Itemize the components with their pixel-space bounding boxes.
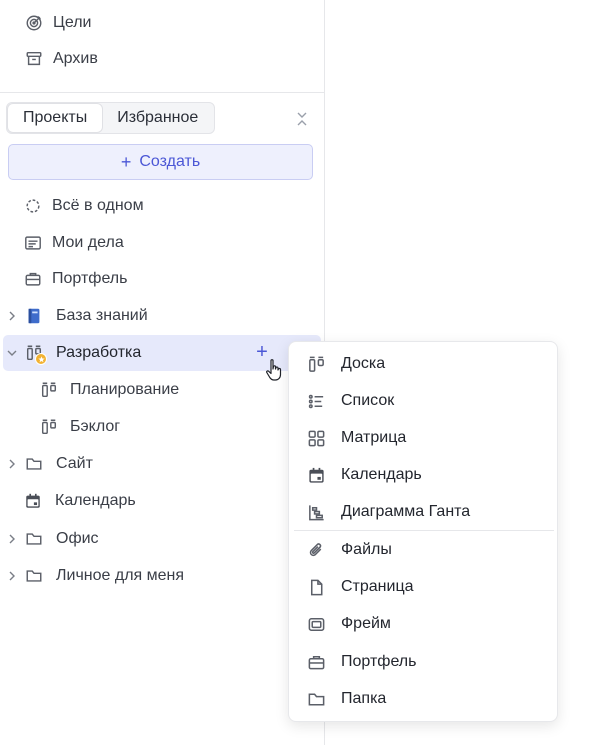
- menu-item-label: Календарь: [341, 466, 422, 483]
- sidebar-item-label: Цели: [53, 14, 92, 31]
- board-icon: [39, 417, 59, 437]
- chevron-right-icon[interactable]: [6, 533, 18, 545]
- sidebar-item-archive[interactable]: Архив: [24, 44, 98, 74]
- sidebar-item-label: Календарь: [55, 492, 136, 509]
- gantt-icon: [305, 501, 327, 523]
- sidebar-item-knowledge-base[interactable]: База знаний: [24, 301, 148, 331]
- board-icon: [24, 343, 47, 365]
- sidebar-item-all-in-one[interactable]: Всё в одном: [23, 191, 144, 221]
- menu-item-label: Диаграмма Ганта: [341, 503, 471, 520]
- sidebar-item-office[interactable]: Офис: [24, 524, 99, 554]
- menu-divider: [294, 530, 554, 531]
- sidebar-item-label: База знаний: [56, 307, 148, 324]
- menu-item-label: Страница: [341, 578, 414, 595]
- menu-item-label: Список: [341, 392, 395, 409]
- menu-item-board[interactable]: Доска: [289, 346, 557, 382]
- calendar-icon: [23, 491, 43, 511]
- target-icon: [24, 13, 44, 33]
- tab-favorites[interactable]: Избранное: [102, 104, 213, 132]
- menu-item-label: Файлы: [341, 541, 392, 558]
- menu-item-label: Папка: [341, 690, 387, 707]
- archive-icon: [24, 49, 44, 69]
- briefcase-icon: [305, 651, 327, 673]
- chevron-right-icon[interactable]: [6, 570, 18, 582]
- menu-item-files[interactable]: Файлы: [289, 532, 557, 568]
- sidebar-item-label: Архив: [53, 50, 98, 67]
- sidebar-item-label: Разработка: [56, 344, 142, 361]
- sidebar-item-goals[interactable]: Цели: [24, 8, 91, 38]
- folder-icon: [305, 688, 327, 710]
- create-button[interactable]: + Создать: [8, 144, 313, 180]
- folder-icon: [24, 529, 44, 549]
- paperclip-icon: [305, 539, 327, 561]
- sidebar-item-label: Планирование: [70, 381, 180, 398]
- divider: [0, 92, 325, 93]
- sidebar-item-label: Портфель: [52, 270, 128, 287]
- page-icon: [305, 576, 327, 598]
- briefcase-icon: [23, 269, 43, 289]
- sidebar-item-my-tasks[interactable]: Мои дела: [23, 228, 124, 258]
- menu-item-label: Фрейм: [341, 615, 391, 632]
- menu-item-page[interactable]: Страница: [289, 569, 557, 605]
- board-icon: [39, 380, 59, 400]
- sidebar-item-portfolio[interactable]: Портфель: [23, 264, 127, 294]
- board-icon: [305, 353, 327, 375]
- sidebar-item-label: Бэклог: [70, 418, 121, 435]
- folder-icon: [24, 454, 44, 474]
- menu-item-gantt[interactable]: Диаграмма Ганта: [289, 494, 557, 530]
- menu-item-label: Портфель: [341, 653, 417, 670]
- tab-projects[interactable]: Проекты: [8, 104, 103, 132]
- sidebar-item-planning[interactable]: Планирование: [39, 375, 179, 405]
- sidebar-item-site[interactable]: Сайт: [24, 449, 93, 479]
- matrix-icon: [305, 427, 327, 449]
- add-view-menu: Доска Список Матрица Календарь Диаграмма…: [288, 341, 558, 722]
- sidebar-item-label: Личное для меня: [56, 567, 185, 584]
- all-in-one-icon: [23, 196, 43, 216]
- chevron-right-icon[interactable]: [6, 458, 18, 470]
- menu-item-list[interactable]: Список: [289, 383, 557, 419]
- frame-icon: [305, 613, 327, 635]
- sidebar-item-label: Сайт: [56, 455, 93, 472]
- project-tabs: Проекты Избранное: [6, 102, 216, 134]
- sidebar-item-development[interactable]: Разработка: [24, 338, 141, 368]
- menu-item-label: Доска: [341, 355, 386, 372]
- menu-item-calendar[interactable]: Календарь: [289, 457, 557, 493]
- book-icon: [24, 306, 44, 326]
- favorite-star-icon: [35, 353, 47, 365]
- collapse-toggle-icon[interactable]: [295, 108, 309, 130]
- menu-item-frame[interactable]: Фрейм: [289, 606, 557, 642]
- sidebar-item-label: Всё в одном: [52, 197, 144, 214]
- my-tasks-icon: [23, 233, 43, 253]
- chevron-down-icon[interactable]: [6, 347, 18, 359]
- chevron-right-icon[interactable]: [6, 310, 18, 322]
- sidebar-item-personal[interactable]: Личное для меня: [24, 561, 184, 591]
- sidebar-item-label: Офис: [56, 530, 99, 547]
- list-icon: [305, 390, 327, 412]
- hand-cursor-icon: [265, 358, 283, 382]
- menu-item-folder[interactable]: Папка: [289, 681, 557, 717]
- menu-item-label: Матрица: [341, 429, 407, 446]
- folder-icon: [24, 566, 44, 586]
- create-label: Создать: [139, 153, 201, 170]
- sidebar-item-label: Мои дела: [52, 234, 124, 251]
- menu-item-portfolio[interactable]: Портфель: [289, 644, 557, 680]
- sidebar-item-backlog[interactable]: Бэклог: [39, 412, 120, 442]
- sidebar-item-calendar[interactable]: Календарь: [23, 486, 136, 516]
- calendar-icon: [305, 464, 327, 486]
- menu-item-matrix[interactable]: Матрица: [289, 420, 557, 456]
- plus-icon: +: [120, 152, 132, 172]
